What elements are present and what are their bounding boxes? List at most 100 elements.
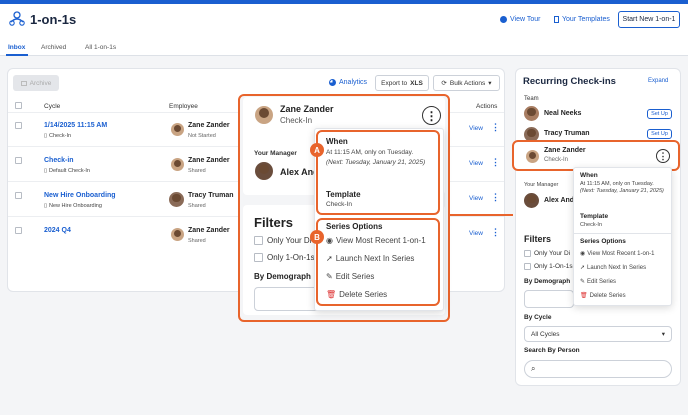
zoom-menu-view-most-recent[interactable]: ◉ View Most Recent 1-on-1: [326, 236, 426, 245]
edit-icon: ✎: [326, 272, 333, 281]
bulk-actions-button[interactable]: ⟳ Bulk Actions ▾: [433, 75, 500, 91]
avatar: [255, 106, 273, 124]
your-templates-label[interactable]: Your Templates: [562, 16, 610, 23]
bulk-actions-label: Bulk Actions: [449, 79, 486, 87]
menu-when-text: At 11:15 AM, only on Tuesday. (Next: Tue…: [580, 181, 670, 195]
analytics-link[interactable]: Analytics: [329, 79, 367, 86]
archive-label: Archive: [29, 79, 52, 87]
zoom-employee-name: Zane Zander: [280, 104, 334, 114]
view-link[interactable]: View: [469, 160, 483, 167]
filter-checkbox[interactable]: [524, 250, 531, 257]
row-checkbox[interactable]: [15, 157, 22, 164]
view-link[interactable]: View: [469, 230, 483, 237]
filter-checkbox[interactable]: [254, 253, 263, 262]
zoom-menu-delete-series[interactable]: 🗑 Delete Series: [326, 290, 387, 299]
cycle-link[interactable]: 1/14/2025 11:15 AM: [44, 122, 107, 129]
row-checkbox[interactable]: [15, 192, 22, 199]
filter-label: Only 1-On-1s: [534, 263, 573, 270]
demograph-select[interactable]: [524, 290, 574, 308]
menu-launch-next[interactable]: ➚ Launch Next In Series: [580, 264, 646, 272]
tab-archived[interactable]: Archived: [41, 44, 66, 51]
search-person-label: Search By Person: [524, 347, 580, 354]
more-options-icon[interactable]: ⋮: [491, 158, 500, 167]
zoom-menu-edit-series[interactable]: ✎ Edit Series: [326, 272, 374, 281]
cycle-link[interactable]: 2024 Q4: [44, 227, 71, 234]
avatar: [255, 162, 273, 180]
filter-checkbox[interactable]: [524, 263, 531, 270]
zoom-by-demograph-label: By Demograph: [254, 272, 311, 281]
employee-name: Zane Zander: [188, 227, 230, 234]
set-up-button[interactable]: Set Up: [647, 129, 672, 139]
row-checkbox[interactable]: [15, 122, 22, 129]
search-icon: ⌕: [531, 364, 536, 373]
zoom-template-title: Template: [326, 190, 361, 199]
zoom-manager-name: Alex And: [280, 167, 319, 177]
analytics-label: Analytics: [339, 79, 368, 86]
by-cycle-label: By Cycle: [524, 314, 552, 321]
zoom-view-most-recent-label: View Most Recent 1-on-1: [335, 236, 426, 245]
employee-status: Shared: [188, 238, 206, 244]
cycle-type: ▯ New Hire Onboarding: [44, 203, 102, 209]
menu-edit-series-label: Edit Series: [587, 278, 617, 285]
cycle-select[interactable]: All Cycles ▾: [524, 326, 672, 342]
menu-delete-series[interactable]: 🗑 Delete Series: [580, 292, 626, 300]
your-templates-link[interactable]: Your Templates: [554, 16, 610, 23]
row-checkbox[interactable]: [15, 227, 22, 234]
zoom-when-next: (Next: Tuesday, January 21, 2025): [326, 158, 426, 166]
cycle-type: ▯ Default Check-In: [44, 168, 90, 174]
set-up-button[interactable]: Set Up: [647, 109, 672, 119]
zoom-when-schedule: At 11:15 AM, only on Tuesday.: [326, 149, 414, 156]
filter-label: Only 1-On-1s: [267, 253, 315, 262]
tab-all-1-on-1s[interactable]: All 1-on-1s: [85, 44, 116, 51]
play-icon: [500, 16, 507, 23]
callout-a-badge: A: [310, 143, 324, 157]
search-person-input[interactable]: ⌕: [524, 360, 672, 378]
more-options-icon[interactable]: ⋮: [491, 123, 500, 132]
document-icon: ▯: [44, 168, 48, 174]
view-tour-link[interactable]: View Tour: [500, 16, 540, 23]
zoom-when-text: At 11:15 AM, only on Tuesday. (Next: Tue…: [326, 148, 436, 167]
people-icon: [9, 11, 25, 26]
avatar: [171, 228, 184, 241]
eye-icon: ◉: [326, 236, 333, 245]
menu-when-schedule: At 11:15 AM, only on Tuesday.: [580, 181, 654, 187]
tab-inbox[interactable]: Inbox: [8, 44, 25, 51]
expand-link[interactable]: Expand: [648, 78, 668, 84]
employee-name: Tracy Truman: [188, 192, 234, 199]
more-options-icon[interactable]: ⋮: [656, 149, 670, 163]
more-options-icon[interactable]: ⋮: [422, 106, 441, 125]
by-demograph-label: By Demograph: [524, 278, 571, 285]
start-new-button[interactable]: Start New 1-on-1: [618, 11, 680, 28]
avatar: [171, 123, 184, 136]
more-options-icon[interactable]: ⋮: [491, 193, 500, 202]
avatar: [524, 193, 539, 208]
view-link[interactable]: View: [469, 195, 483, 202]
cycle-link[interactable]: Check-in: [44, 157, 74, 164]
avatar: [524, 106, 539, 121]
cycle-type-label: Check-In: [49, 133, 72, 139]
zoom-manager-label: Your Manager: [254, 150, 297, 157]
export-xls-button[interactable]: Export to XLS: [375, 75, 429, 91]
more-options-icon[interactable]: ⋮: [491, 228, 500, 237]
export-label: Export to: [381, 79, 408, 87]
manager-label: Your Manager: [524, 182, 559, 188]
callout-connector: [449, 214, 513, 216]
manager-name: Alex And: [544, 197, 575, 204]
cycle-type-label: Default Check-In: [49, 168, 90, 174]
chevron-down-icon: ▾: [488, 80, 492, 87]
cycle-link[interactable]: New Hire Onboarding: [44, 192, 116, 199]
archive-icon: [20, 80, 27, 86]
zoom-template-value: Check-In: [326, 201, 353, 208]
select-all-checkbox[interactable]: [15, 102, 22, 109]
menu-view-most-recent[interactable]: ◉ View Most Recent 1-on-1: [580, 250, 655, 258]
menu-template-title: Template: [580, 213, 609, 220]
menu-edit-series[interactable]: ✎ Edit Series: [580, 278, 617, 286]
view-link[interactable]: View: [469, 125, 483, 132]
eye-icon: ◉: [580, 251, 586, 257]
zoom-when-title: When: [326, 137, 348, 146]
edit-icon: ✎: [580, 279, 586, 285]
document-icon: ▯: [44, 133, 48, 139]
archive-button[interactable]: Archive: [13, 75, 59, 91]
filter-checkbox[interactable]: [254, 236, 263, 245]
zoom-menu-launch-next[interactable]: ➚ Launch Next In Series: [326, 254, 414, 263]
